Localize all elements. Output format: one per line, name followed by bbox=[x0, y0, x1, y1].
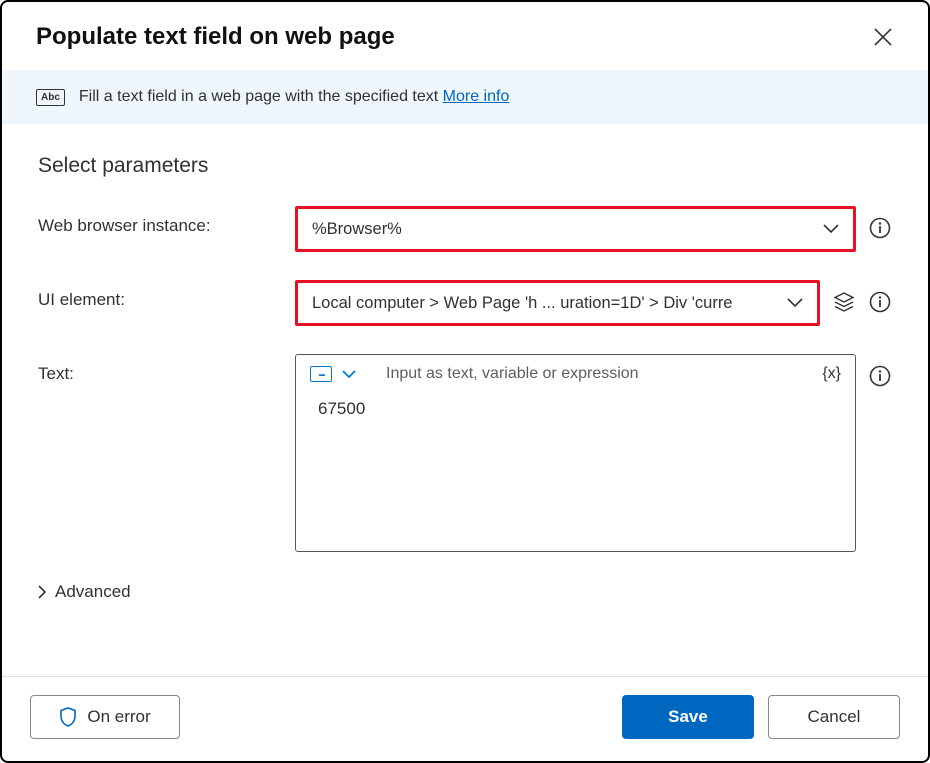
param-label-uielement: UI element: bbox=[38, 280, 283, 310]
browser-dropdown[interactable]: %Browser% bbox=[295, 206, 856, 252]
chevron-right-icon bbox=[38, 585, 47, 599]
text-input-placeholder: Input as text, variable or expression bbox=[366, 365, 812, 383]
close-button[interactable] bbox=[868, 22, 898, 52]
close-icon bbox=[874, 28, 892, 46]
more-info-link[interactable]: More info bbox=[443, 88, 510, 105]
shield-icon bbox=[59, 707, 77, 727]
save-button[interactable]: Save bbox=[622, 695, 754, 739]
text-input-value[interactable]: 67500 bbox=[296, 387, 855, 431]
dialog-header: Populate text field on web page bbox=[2, 2, 928, 70]
chevron-down-icon bbox=[787, 298, 803, 308]
param-label-browser: Web browser instance: bbox=[38, 206, 283, 236]
layers-icon[interactable] bbox=[832, 290, 856, 314]
param-label-text: Text: bbox=[38, 354, 283, 384]
chevron-down-icon bbox=[823, 224, 839, 234]
param-row-browser: Web browser instance: %Browser% bbox=[38, 206, 892, 252]
info-icon-uielement[interactable] bbox=[868, 290, 892, 314]
info-icon-text[interactable] bbox=[868, 364, 892, 388]
dialog-title: Populate text field on web page bbox=[36, 23, 395, 51]
cancel-button[interactable]: Cancel bbox=[768, 695, 900, 739]
variable-icon[interactable]: {x} bbox=[822, 365, 841, 383]
param-row-uielement: UI element: Local computer > Web Page 'h… bbox=[38, 280, 892, 326]
textfield-icon: Abc bbox=[36, 89, 65, 106]
uielement-dropdown[interactable]: Local computer > Web Page 'h ... uration… bbox=[295, 280, 820, 326]
browser-dropdown-value: %Browser% bbox=[312, 220, 823, 239]
text-input-toolbar: -- Input as text, variable or expression… bbox=[296, 355, 855, 387]
dialog-footer: On error Save Cancel bbox=[2, 676, 928, 761]
text-input-box[interactable]: -- Input as text, variable or expression… bbox=[295, 354, 856, 552]
input-type-icon[interactable]: -- bbox=[310, 366, 332, 382]
content-area: Select parameters Web browser instance: … bbox=[2, 124, 928, 676]
on-error-button[interactable]: On error bbox=[30, 695, 180, 739]
info-text: Fill a text field in a web page with the… bbox=[79, 88, 509, 106]
section-title: Select parameters bbox=[38, 154, 892, 178]
advanced-label: Advanced bbox=[55, 582, 131, 602]
param-row-text: Text: -- Input as text, variable or expr… bbox=[38, 354, 892, 552]
advanced-toggle[interactable]: Advanced bbox=[38, 582, 892, 602]
dialog: Populate text field on web page Abc Fill… bbox=[0, 0, 930, 763]
info-bar: Abc Fill a text field in a web page with… bbox=[2, 70, 928, 124]
on-error-label: On error bbox=[87, 707, 150, 727]
info-icon-browser[interactable] bbox=[868, 216, 892, 240]
uielement-dropdown-value: Local computer > Web Page 'h ... uration… bbox=[312, 294, 787, 313]
chevron-down-icon[interactable] bbox=[342, 370, 356, 379]
